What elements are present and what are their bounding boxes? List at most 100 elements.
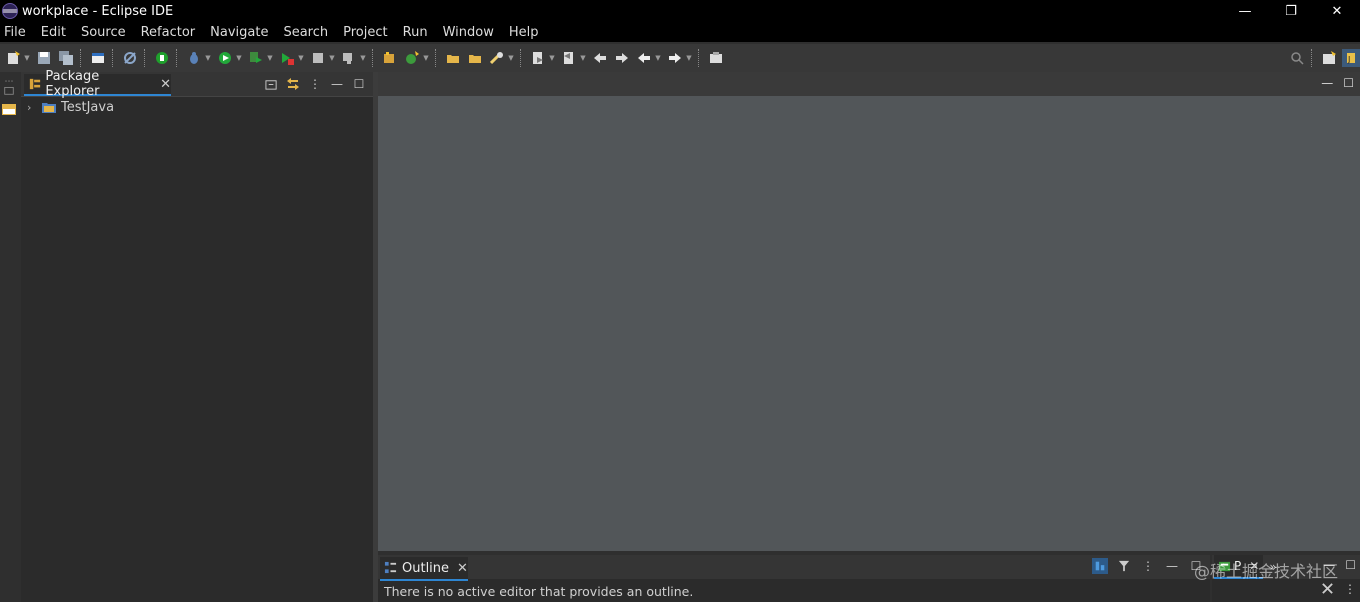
forward-edit-icon[interactable] <box>613 49 631 67</box>
search-tool-icon[interactable] <box>488 49 506 67</box>
collapse-all-icon[interactable] <box>263 76 279 92</box>
editor-area: — ☐ <box>378 72 1360 551</box>
eclipse-logo-icon <box>2 3 18 19</box>
external-tools-icon[interactable] <box>278 49 296 67</box>
menu-source[interactable]: Source <box>76 25 136 40</box>
menu-navigate[interactable]: Navigate <box>205 25 278 40</box>
new-dropdown-icon[interactable]: ▼ <box>23 49 31 67</box>
resume-icon[interactable] <box>153 49 171 67</box>
editor-tabbar: — ☐ <box>378 72 1360 96</box>
close-icon[interactable]: ✕ <box>160 77 171 92</box>
menu-search[interactable]: Search <box>278 25 338 40</box>
menu-help[interactable]: Help <box>504 25 549 40</box>
minimize-button[interactable]: — <box>1222 0 1268 22</box>
previous-annotation-dropdown-icon[interactable]: ▼ <box>579 49 587 67</box>
open-console-icon[interactable] <box>89 49 107 67</box>
main-toolbar: ▼ ▼ ▼ ▼ ▼ ▼ ▼ ▼ ▼ ▼ ▼ ▼ ▼ J <box>0 44 1360 72</box>
menu-project[interactable]: Project <box>338 25 397 40</box>
new-java-class-icon[interactable] <box>403 49 421 67</box>
next-annotation-dropdown-icon[interactable]: ▼ <box>548 49 556 67</box>
minimize-editor-icon[interactable]: — <box>1321 76 1333 90</box>
coverage-icon[interactable] <box>247 49 265 67</box>
run-icon[interactable] <box>216 49 234 67</box>
svg-text:J: J <box>1347 55 1350 64</box>
view-menu-icon[interactable]: ⋮ <box>307 76 323 92</box>
package-explorer-view: Package Explorer ✕ ⋮ — ☐ › TestJava <box>21 69 373 602</box>
tools-icon[interactable] <box>1321 582 1334 598</box>
outline-empty-message: There is no active editor that provides … <box>384 584 694 599</box>
save-icon[interactable] <box>35 49 53 67</box>
tab-package-explorer[interactable]: Package Explorer ✕ <box>24 69 171 99</box>
toolbar-separator <box>1311 49 1313 67</box>
restore-view-icon[interactable] <box>1 82 17 98</box>
search-tool-dropdown-icon[interactable]: ▼ <box>507 49 515 67</box>
java-project-icon <box>41 100 57 114</box>
debug-dropdown-icon[interactable]: ▼ <box>204 49 212 67</box>
tree-item-project[interactable]: › TestJava <box>27 98 114 116</box>
close-icon[interactable]: ✕ <box>457 561 468 576</box>
terminate-dropdown-icon[interactable]: ▼ <box>359 49 367 67</box>
maximize-view-icon[interactable]: ☐ <box>1345 558 1356 572</box>
view-menu-icon[interactable]: ⋮ <box>1140 558 1156 574</box>
menu-window[interactable]: Window <box>438 25 504 40</box>
forward-icon[interactable] <box>666 49 684 67</box>
open-type-icon[interactable] <box>444 49 462 67</box>
outline-view: Outline ✕ ⋮ — ☐ There is no active edito… <box>378 555 1210 602</box>
toolbar-separator <box>435 49 437 67</box>
close-window-button[interactable]: ✕ <box>1314 0 1360 22</box>
menu-edit[interactable]: Edit <box>36 25 76 40</box>
left-trim-stack: ⋯ <box>0 72 20 602</box>
maximize-editor-icon[interactable]: ☐ <box>1343 76 1354 90</box>
tab-label: Package Explorer <box>45 69 100 99</box>
git-repositories-icon[interactable] <box>1 100 17 116</box>
toolbar-separator <box>520 49 522 67</box>
tab-label: Outline <box>402 560 450 576</box>
outline-icon <box>384 561 398 575</box>
link-with-editor-icon[interactable] <box>285 76 301 92</box>
minimize-view-icon[interactable]: — <box>1164 558 1180 574</box>
tree-item-label: TestJava <box>61 99 115 115</box>
menu-file[interactable]: File <box>0 25 36 40</box>
chevron-right-icon[interactable]: › <box>27 101 37 114</box>
window-title: workplace - Eclipse IDE <box>22 3 174 19</box>
run-dropdown-icon[interactable]: ▼ <box>235 49 243 67</box>
restore-button[interactable]: ❐ <box>1268 0 1314 22</box>
package-explorer-tabbar: Package Explorer ✕ ⋮ — ☐ <box>21 69 373 99</box>
back-icon[interactable] <box>635 49 653 67</box>
stop-icon[interactable] <box>309 49 327 67</box>
next-annotation-icon[interactable] <box>529 49 547 67</box>
filter-icon[interactable] <box>1116 558 1132 574</box>
view-menu-icon[interactable]: ⋮ <box>1344 582 1356 598</box>
sort-icon[interactable] <box>1092 558 1108 574</box>
back-dropdown-icon[interactable]: ▼ <box>654 49 662 67</box>
forward-dropdown-icon[interactable]: ▼ <box>685 49 693 67</box>
toolbar-separator <box>80 49 82 67</box>
minimize-view-icon[interactable]: — <box>329 76 345 92</box>
pin-editor-icon[interactable] <box>707 49 725 67</box>
menu-bar: File Edit Source Refactor Navigate Searc… <box>0 22 1360 42</box>
search-icon[interactable] <box>1288 49 1306 67</box>
tab-outline[interactable]: Outline ✕ <box>380 557 468 581</box>
maximize-view-icon[interactable]: ☐ <box>351 76 367 92</box>
external-tools-dropdown-icon[interactable]: ▼ <box>297 49 305 67</box>
new-java-class-dropdown-icon[interactable]: ▼ <box>422 49 430 67</box>
debug-icon[interactable] <box>185 49 203 67</box>
coverage-dropdown-icon[interactable]: ▼ <box>266 49 274 67</box>
save-all-icon[interactable] <box>57 49 75 67</box>
new-icon[interactable] <box>4 49 22 67</box>
toolbar-separator <box>698 49 700 67</box>
java-perspective-icon[interactable]: J <box>1342 49 1360 67</box>
open-task-icon[interactable] <box>466 49 484 67</box>
skip-breakpoints-icon[interactable] <box>121 49 139 67</box>
last-edit-location-icon[interactable] <box>591 49 609 67</box>
toolbar-separator <box>176 49 178 67</box>
stop-dropdown-icon[interactable]: ▼ <box>328 49 336 67</box>
new-java-package-icon[interactable] <box>381 49 399 67</box>
watermark: @稀土掘金技术社区 <box>1193 562 1338 581</box>
menu-run[interactable]: Run <box>398 25 438 40</box>
terminate-icon[interactable] <box>340 49 358 67</box>
menu-refactor[interactable]: Refactor <box>136 25 206 40</box>
open-perspective-icon[interactable] <box>1320 49 1338 67</box>
previous-annotation-icon[interactable] <box>560 49 578 67</box>
outline-tabbar: Outline ✕ ⋮ — ☐ <box>378 555 1210 581</box>
